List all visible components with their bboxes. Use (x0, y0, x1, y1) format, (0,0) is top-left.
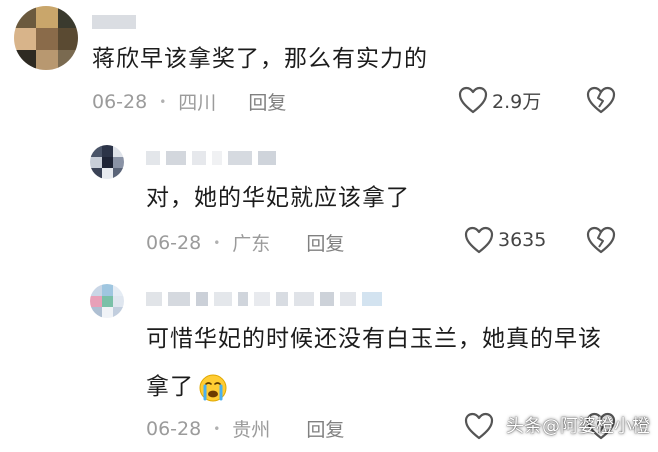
comment-text-line-2: 拿了 (146, 366, 602, 408)
username-blurred (146, 150, 276, 166)
heart-outline-icon (464, 412, 494, 440)
comment-location: 贵州 (232, 419, 271, 441)
like-button[interactable]: 3635 (464, 226, 546, 254)
comment-date: 06-28 (146, 231, 202, 254)
separator-dot: • (213, 235, 221, 250)
reply-button[interactable]: 回复 (248, 88, 286, 115)
heart-outline-icon (458, 86, 488, 114)
comment-date: 06-28 (146, 417, 202, 440)
comment-text: 蒋欣早该拿奖了，那么有实力的 (92, 46, 428, 72)
comment-date: 06-28 (92, 90, 148, 113)
like-count: 2.9万 (492, 90, 542, 113)
comment-location: 广东 (232, 233, 271, 255)
broken-heart-icon (586, 226, 616, 254)
comment-meta: 06-28 • 广东 回复 (146, 229, 344, 256)
user-avatar[interactable] (14, 6, 78, 70)
comment-text: 可惜华妃的时候还没有白玉兰，她真的早该 拿了 (146, 318, 602, 408)
dislike-button[interactable] (586, 86, 616, 114)
like-count: 3635 (498, 229, 547, 251)
comment-text: 对，她的华妃就应该拿了 (146, 185, 410, 211)
dislike-button[interactable] (586, 226, 616, 254)
crying-face-emoji (199, 374, 227, 401)
user-avatar[interactable] (90, 145, 124, 179)
comment-location: 四川 (178, 92, 217, 114)
separator-dot: • (213, 421, 221, 436)
user-avatar[interactable] (90, 284, 124, 318)
reply-button[interactable]: 回复 (306, 415, 344, 442)
reply-button[interactable]: 回复 (306, 229, 344, 256)
like-button[interactable] (464, 412, 494, 440)
heart-outline-icon (464, 226, 494, 254)
username-blurred (146, 291, 382, 307)
broken-heart-icon (586, 86, 616, 114)
watermark: 头条@阿婆橙小橙 (506, 416, 650, 437)
separator-dot: • (159, 94, 167, 109)
comment-meta: 06-28 • 贵州 回复 (146, 415, 344, 442)
like-button[interactable]: 2.9万 (458, 86, 541, 114)
username-blurred (92, 14, 136, 30)
comment-meta: 06-28 • 四川 回复 (92, 88, 286, 115)
comment-text-line-1: 可惜华妃的时候还没有白玉兰，她真的早该 (146, 326, 602, 352)
